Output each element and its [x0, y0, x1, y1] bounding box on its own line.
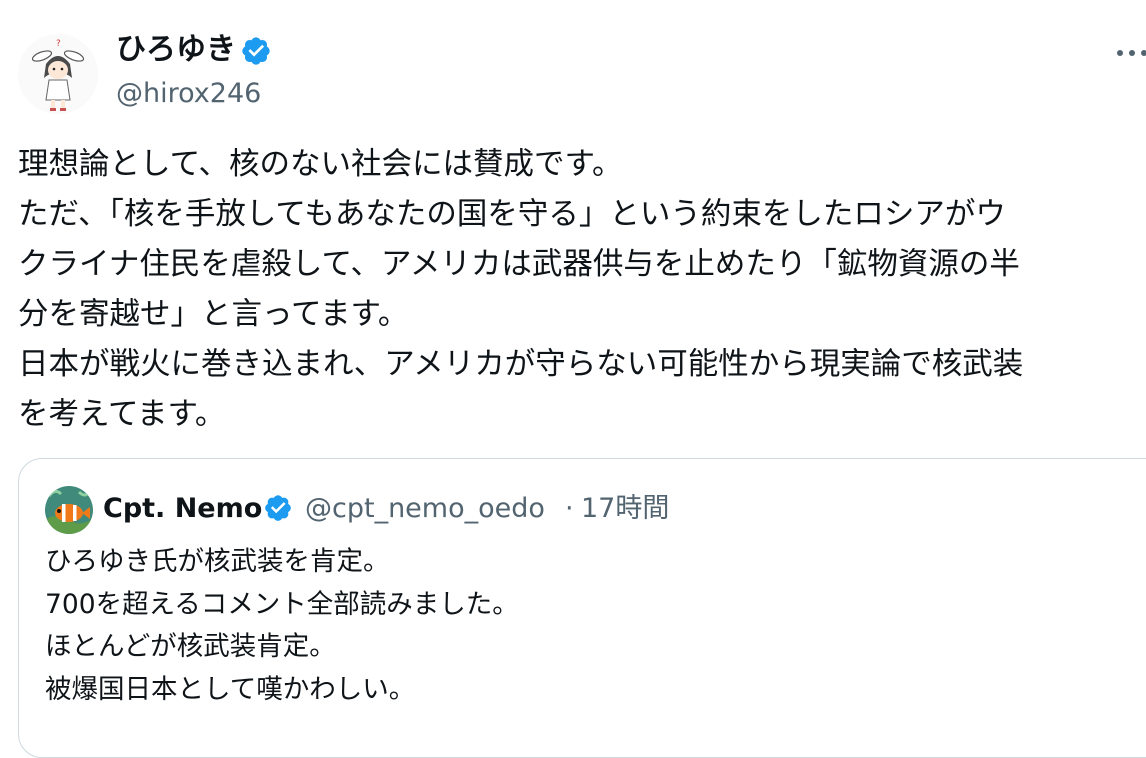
quoted-text-line: 700を超えるコメント全部読みました。 [45, 588, 519, 620]
more-dot-icon [1141, 50, 1146, 56]
verified-badge-icon [242, 37, 270, 65]
quoted-author-name[interactable]: Cpt. Nemo [103, 491, 262, 527]
author-handle[interactable]: @hirox246 [116, 76, 261, 112]
quoted-text-line: ひろゆき氏が核武装を肯定。 [45, 546, 390, 577]
quoted-meta-separator: · [565, 493, 574, 524]
quoted-author-avatar[interactable] [45, 486, 93, 534]
tweet-text-line: を考えてます。 [18, 397, 226, 432]
tweet-text-line: ただ、「核を手放してもあなたの国を守る」という約束をしたロシアがウ [18, 197, 1006, 232]
more-options-button[interactable] [1108, 40, 1146, 66]
tweet-text-line: 日本が戦火に巻き込まれ、アメリカが守らない可能性から現実論で核武装 [18, 347, 1024, 382]
quoted-timestamp[interactable]: 17時間 [581, 491, 669, 527]
quoted-tweet-card[interactable]: Cpt. Nemo @cpt_nemo_oedo · 17時間 ひろゆき氏が核武… [18, 458, 1146, 758]
more-dot-icon [1129, 50, 1135, 56]
verified-badge-icon [265, 495, 291, 521]
quoted-text-line: ほとんどが核武装肯定。 [45, 631, 336, 662]
author-display-name[interactable]: ひろゆき [116, 30, 236, 70]
quoted-tweet-text: ひろゆき氏が核武装を肯定。 700を超えるコメント全部読みました。 ほとんどが核… [45, 541, 519, 711]
svg-text:?: ? [56, 39, 61, 49]
avatar-illustration-icon: ? [18, 34, 98, 114]
tweet-text-line: クライナ住民を虐殺して、アメリカは武器供与を止めたり「鉱物資源の半 [18, 247, 1020, 282]
more-dot-icon [1117, 50, 1123, 56]
tweet-text-line: 分を寄越せ」と言ってます。 [18, 297, 409, 332]
tweet-text-line: 理想論として、核のない社会には賛成です。 [18, 147, 623, 182]
clownfish-avatar-icon [45, 486, 93, 534]
tweet-text: 理想論として、核のない社会には賛成です。 ただ、「核を手放してもあなたの国を守る… [18, 140, 1146, 440]
author-avatar[interactable]: ? [18, 34, 98, 114]
quoted-text-line: 被爆国日本として嘆かわしい。 [45, 673, 416, 705]
tweet: ? ひろゆき @hirox246 理想論として、核のない社会には賛成です。 ただ… [0, 0, 1146, 758]
quoted-author-handle[interactable]: @cpt_nemo_oedo [305, 491, 545, 527]
